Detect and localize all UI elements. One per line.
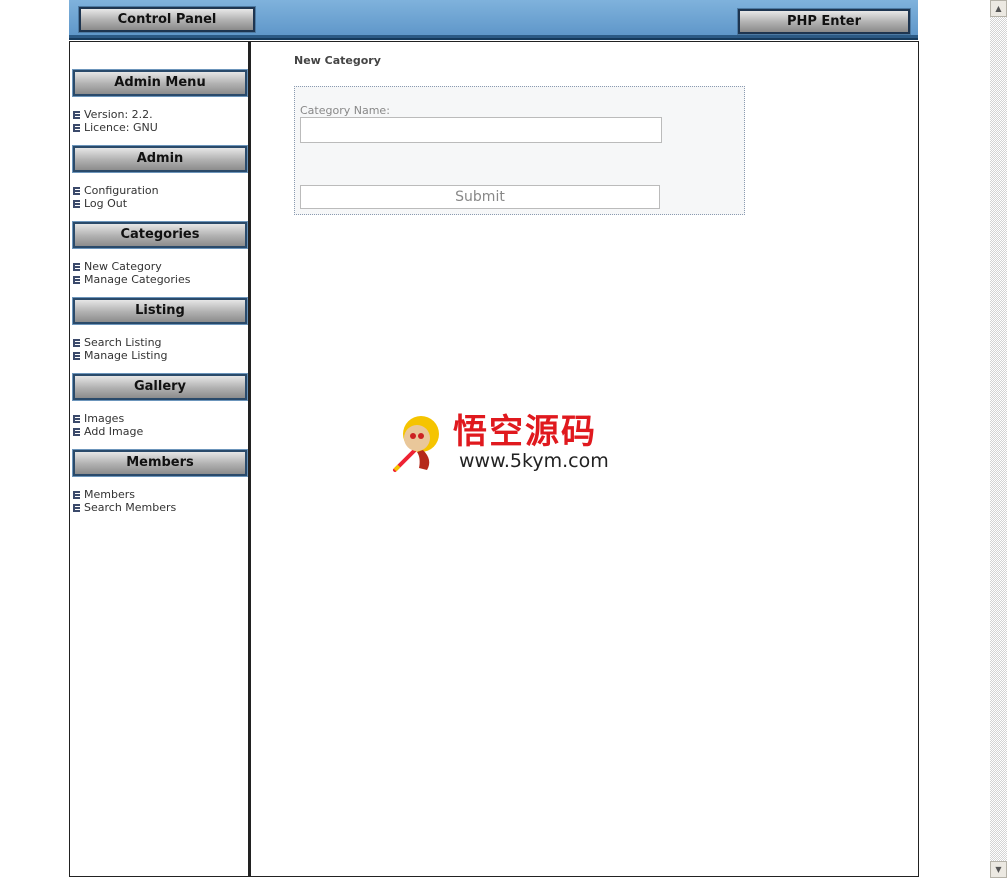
sidebar: Admin Menu Version: 2.2. Licence: GNU Admin… xyxy=(69,41,250,877)
watermark-chinese-text: 悟空源码 xyxy=(453,412,597,452)
sidebar-item[interactable]: Search Members xyxy=(73,501,248,514)
main-content: New Category Category Name: Submit 悟空源码 … xyxy=(250,41,919,877)
vertical-scrollbar[interactable]: ▲ ▼ xyxy=(990,0,1007,878)
sidebar-section: Categories New Category Manage Categories xyxy=(70,222,248,298)
sidebar-item-label: New Category xyxy=(84,260,162,273)
list-bullet-icon xyxy=(73,187,80,195)
list-bullet-icon xyxy=(73,111,80,119)
category-name-label: Category Name: xyxy=(300,104,390,117)
page-title: New Category xyxy=(294,54,381,67)
php-enter-button[interactable]: PHP Enter xyxy=(738,9,910,34)
sidebar-item-list: Members Search Members xyxy=(70,476,248,526)
sidebar-item-list: Images Add Image xyxy=(70,400,248,450)
sidebar-item-label: Members xyxy=(84,488,135,501)
control-panel-button[interactable]: Control Panel xyxy=(79,7,255,32)
sidebar-item: Version: 2.2. xyxy=(73,108,248,121)
sidebar-item-list: New Category Manage Categories xyxy=(70,248,248,298)
new-category-form: Category Name: Submit xyxy=(294,86,745,215)
sidebar-item-list: Search Listing Manage Listing xyxy=(70,324,248,374)
monkey-king-icon xyxy=(393,416,439,472)
sidebar-section-header: Gallery xyxy=(73,374,247,400)
sidebar-item[interactable]: Search Listing xyxy=(73,336,248,349)
sidebar-item-label: Images xyxy=(84,412,125,425)
watermark-url: www.5kym.com xyxy=(459,450,609,472)
sidebar-item-list: Version: 2.2. Licence: GNU xyxy=(70,96,248,146)
sidebar-item[interactable]: Images xyxy=(73,412,248,425)
submit-button[interactable]: Submit xyxy=(300,185,660,209)
sidebar-item-label: Manage Categories xyxy=(84,273,191,286)
list-bullet-icon xyxy=(73,339,80,347)
sidebar-item[interactable]: Add Image xyxy=(73,425,248,438)
sidebar-section: Admin Configuration Log Out xyxy=(70,146,248,222)
list-bullet-icon xyxy=(73,263,80,271)
sidebar-item[interactable]: Manage Categories xyxy=(73,273,248,286)
sidebar-section-header: Categories xyxy=(73,222,247,248)
sidebar-item-label: Search Listing xyxy=(84,336,162,349)
sidebar-item[interactable]: Members xyxy=(73,488,248,501)
scroll-down-icon[interactable]: ▼ xyxy=(990,861,1007,878)
watermark-logo: 悟空源码 www.5kym.com xyxy=(391,402,621,480)
sidebar-item-label: Configuration xyxy=(84,184,159,197)
list-bullet-icon xyxy=(73,415,80,423)
sidebar-item: Licence: GNU xyxy=(73,121,248,134)
sidebar-section-header: Members xyxy=(73,450,247,476)
sidebar-item-label: Add Image xyxy=(84,425,144,438)
sidebar-section-header: Admin Menu xyxy=(73,70,247,96)
sidebar-item-label: Version: 2.2. xyxy=(84,108,153,121)
list-bullet-icon xyxy=(73,428,80,436)
sidebar-item[interactable]: Log Out xyxy=(73,197,248,210)
list-bullet-icon xyxy=(73,491,80,499)
sidebar-section: Admin Menu Version: 2.2. Licence: GNU xyxy=(70,70,248,146)
header-bar: Control Panel PHP Enter xyxy=(69,0,918,40)
sidebar-item[interactable]: Manage Listing xyxy=(73,349,248,362)
sidebar-item[interactable]: New Category xyxy=(73,260,248,273)
sidebar-section: Members Members Search Members xyxy=(70,450,248,526)
sidebar-item-label: Search Members xyxy=(84,501,177,514)
list-bullet-icon xyxy=(73,124,80,132)
sidebar-section: Gallery Images Add Image xyxy=(70,374,248,450)
list-bullet-icon xyxy=(73,352,80,360)
sidebar-item[interactable]: Configuration xyxy=(73,184,248,197)
sidebar-item-label: Manage Listing xyxy=(84,349,168,362)
category-name-input[interactable] xyxy=(300,117,662,143)
sidebar-section-header: Admin xyxy=(73,146,247,172)
sidebar-section: Listing Search Listing Manage Listing xyxy=(70,298,248,374)
list-bullet-icon xyxy=(73,276,80,284)
list-bullet-icon xyxy=(73,504,80,512)
sidebar-section-header: Listing xyxy=(73,298,247,324)
sidebar-item-list: Configuration Log Out xyxy=(70,172,248,222)
scroll-up-icon[interactable]: ▲ xyxy=(990,0,1007,17)
sidebar-item-label: Licence: GNU xyxy=(84,121,158,134)
sidebar-item-label: Log Out xyxy=(84,197,128,210)
list-bullet-icon xyxy=(73,200,80,208)
